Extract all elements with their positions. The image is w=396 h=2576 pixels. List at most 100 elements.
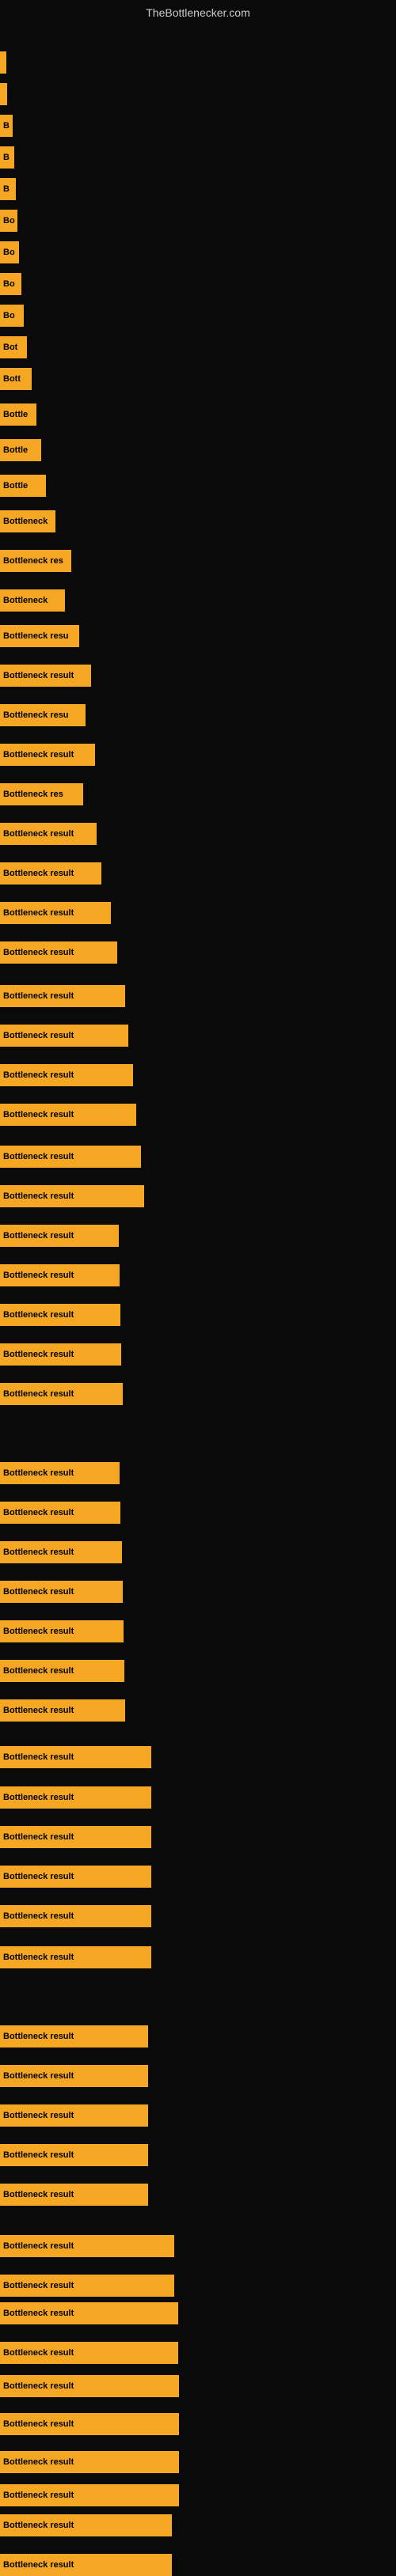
result-bar: Bottleneck result xyxy=(0,1660,124,1682)
result-bar: Bottleneck result xyxy=(0,1264,120,1286)
bar-row: Bottleneck result xyxy=(0,2514,396,2536)
result-bar: Bottleneck res xyxy=(0,783,83,805)
bar-row: Bottleneck result xyxy=(0,1946,396,1968)
bar-row: Bottleneck result xyxy=(0,1104,396,1126)
result-bar: Bottleneck result xyxy=(0,1699,125,1722)
bar-row: Bottleneck xyxy=(0,510,396,532)
bar-row: Bott xyxy=(0,368,396,390)
result-bar: Bottleneck resu xyxy=(0,625,79,647)
bar-label: Bottleneck result xyxy=(3,1832,74,1842)
bar-row: Bottleneck result xyxy=(0,1699,396,1722)
bar-label: B xyxy=(3,121,10,131)
bar-row: Bottleneck result xyxy=(0,1304,396,1326)
bar-label: Bottleneck result xyxy=(3,1752,74,1762)
bar-label: Bottleneck result xyxy=(3,2281,74,2290)
bar-row: Bottleneck result xyxy=(0,2451,396,2473)
result-bar: Bottleneck result xyxy=(0,1304,120,1326)
result-bar: Bottleneck result xyxy=(0,2184,148,2206)
result-bar: B xyxy=(0,178,16,200)
bar-label: Bo xyxy=(3,248,15,257)
bar-row: Bottleneck resu xyxy=(0,704,396,726)
result-bar: Bottleneck result xyxy=(0,2514,172,2536)
bar-row: Bottleneck result xyxy=(0,2413,396,2435)
result-bar: Bottle xyxy=(0,439,41,461)
result-bar: Bottleneck result xyxy=(0,1502,120,1524)
bar-label: Bottleneck result xyxy=(3,1110,74,1119)
bar-row: Bottleneck resu xyxy=(0,625,396,647)
result-bar: Bottleneck xyxy=(0,589,65,612)
result-bar: B xyxy=(0,146,14,169)
bar-row: Bottleneck result xyxy=(0,2302,396,2324)
result-bar: Bottleneck result xyxy=(0,744,95,766)
result-bar: Bottleneck result xyxy=(0,2342,178,2364)
bar-label: Bottleneck result xyxy=(3,2150,74,2160)
bar-row: Bottle xyxy=(0,439,396,461)
result-bar: Bottleneck result xyxy=(0,941,117,964)
bar-row: Bottleneck result xyxy=(0,1660,396,1682)
result-bar: Bottleneck result xyxy=(0,665,91,687)
result-bar: Bottleneck result xyxy=(0,1866,151,1888)
bar-label: Bottleneck result xyxy=(3,1547,74,1557)
bar-row: Bottleneck result xyxy=(0,1746,396,1768)
result-bar: Bottleneck result xyxy=(0,1746,151,1768)
result-bar: Bottleneck resu xyxy=(0,704,86,726)
result-bar: B xyxy=(0,115,13,137)
result-bar: Bottleneck result xyxy=(0,862,101,885)
bar-label: Bottleneck result xyxy=(3,2111,74,2120)
bar-row: Bottleneck result xyxy=(0,2275,396,2297)
bar-label: Bottleneck result xyxy=(3,1627,74,1636)
bar-label: B xyxy=(3,184,10,194)
result-bar: Bottleneck result xyxy=(0,1462,120,1484)
bar-row: Bottleneck result xyxy=(0,1786,396,1809)
bar-row: Bottleneck result xyxy=(0,1225,396,1247)
bar-row: Bottleneck result xyxy=(0,1541,396,1563)
bar-label: Bottleneck result xyxy=(3,1271,74,1280)
bar-label: Bottleneck result xyxy=(3,2348,74,2358)
bar-row: Bottleneck result xyxy=(0,2025,396,2048)
bar-row: Bottleneck result xyxy=(0,2065,396,2087)
bar-label: Bottleneck result xyxy=(3,991,74,1001)
bar-row: Bottleneck result xyxy=(0,2104,396,2127)
result-bar: Bottleneck result xyxy=(0,2104,148,2127)
result-bar: Bottleneck result xyxy=(0,2065,148,2087)
result-bar: Bottleneck result xyxy=(0,902,111,924)
result-bar: Bottleneck result xyxy=(0,985,125,1007)
result-bar: Bo xyxy=(0,305,24,327)
result-bar: Bottleneck result xyxy=(0,1905,151,1927)
bar-row: Bottleneck res xyxy=(0,550,396,572)
result-bar: Bottleneck result xyxy=(0,2144,148,2166)
bar-row: Bottleneck result xyxy=(0,985,396,1007)
bar-label: Bottleneck result xyxy=(3,2521,74,2530)
bar-row: Bottleneck result xyxy=(0,1185,396,1207)
bar-label: Bottleneck result xyxy=(3,1310,74,1320)
bar-label: Bottle xyxy=(3,410,28,419)
bar-label: Bottleneck result xyxy=(3,1666,74,1676)
result-bar xyxy=(0,83,7,105)
bar-label: Bottleneck result xyxy=(3,2190,74,2199)
bar-row: Bottleneck result xyxy=(0,2554,396,2576)
result-bar: Bottleneck result xyxy=(0,2554,172,2576)
bar-label: Bottleneck resu xyxy=(3,710,69,720)
bar-label: B xyxy=(3,153,10,162)
bar-row: Bo xyxy=(0,241,396,263)
bar-label: Bot xyxy=(3,343,17,352)
bar-label: Bottleneck result xyxy=(3,1587,74,1597)
bar-label: Bottleneck result xyxy=(3,2241,74,2251)
bar-label: Bottleneck result xyxy=(3,2071,74,2081)
bar-row: Bottleneck result xyxy=(0,665,396,687)
site-title: TheBottlenecker.com xyxy=(146,6,250,19)
bar-row: Bottleneck result xyxy=(0,1025,396,1047)
bar-row: Bottleneck result xyxy=(0,2342,396,2364)
bar-label: Bottleneck result xyxy=(3,2419,74,2429)
result-bar: Bottleneck result xyxy=(0,1225,119,1247)
bar-label: Bottleneck res xyxy=(3,790,63,799)
bar-label: Bottleneck result xyxy=(3,948,74,957)
result-bar: Bottleneck result xyxy=(0,2451,179,2473)
bar-row: Bottleneck result xyxy=(0,1581,396,1603)
bar-label: Bottleneck result xyxy=(3,1508,74,1517)
bar-label: Bottleneck result xyxy=(3,1911,74,1921)
bar-row: Bottleneck result xyxy=(0,1383,396,1405)
result-bar: Bottleneck result xyxy=(0,1786,151,1809)
result-bar: Bottleneck result xyxy=(0,1343,121,1366)
result-bar: Bottleneck result xyxy=(0,1104,136,1126)
